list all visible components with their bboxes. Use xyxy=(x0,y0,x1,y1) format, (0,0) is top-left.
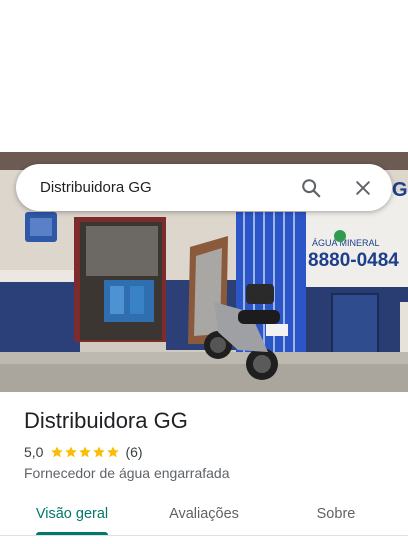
rating-stars xyxy=(50,445,120,459)
tabs-divider xyxy=(0,535,408,536)
rating-row[interactable]: 5,0 (6) xyxy=(24,444,143,460)
search-button[interactable] xyxy=(296,173,326,203)
sign-water-text: ÁGUA MINERAL xyxy=(312,238,380,248)
rating-value: 5,0 xyxy=(24,444,44,460)
star-icon xyxy=(51,446,64,458)
search-bar[interactable]: Distribuidora GG xyxy=(16,164,392,211)
sign-phone-text: 8880-0484 xyxy=(308,250,399,271)
star-icon xyxy=(107,446,120,458)
search-icon xyxy=(302,178,321,197)
sign-g-text: G. xyxy=(392,179,408,201)
place-tabs: Visão geral Avaliações Sobre xyxy=(0,493,408,537)
review-count[interactable]: (6) xyxy=(125,444,142,460)
tab-visao-geral[interactable]: Visão geral xyxy=(18,493,126,534)
search-input[interactable]: Distribuidora GG xyxy=(40,179,296,196)
place-title: Distribuidora GG xyxy=(24,408,188,433)
map-blank-area xyxy=(0,0,408,152)
tab-sobre[interactable]: Sobre xyxy=(282,493,390,534)
star-icon xyxy=(65,446,78,458)
close-icon xyxy=(356,180,370,195)
place-category: Fornecedor de água engarrafada xyxy=(24,465,230,481)
tab-avaliacoes[interactable]: Avaliações xyxy=(150,493,258,534)
star-icon xyxy=(93,446,106,458)
star-icon xyxy=(79,446,92,458)
close-button[interactable] xyxy=(348,173,378,203)
